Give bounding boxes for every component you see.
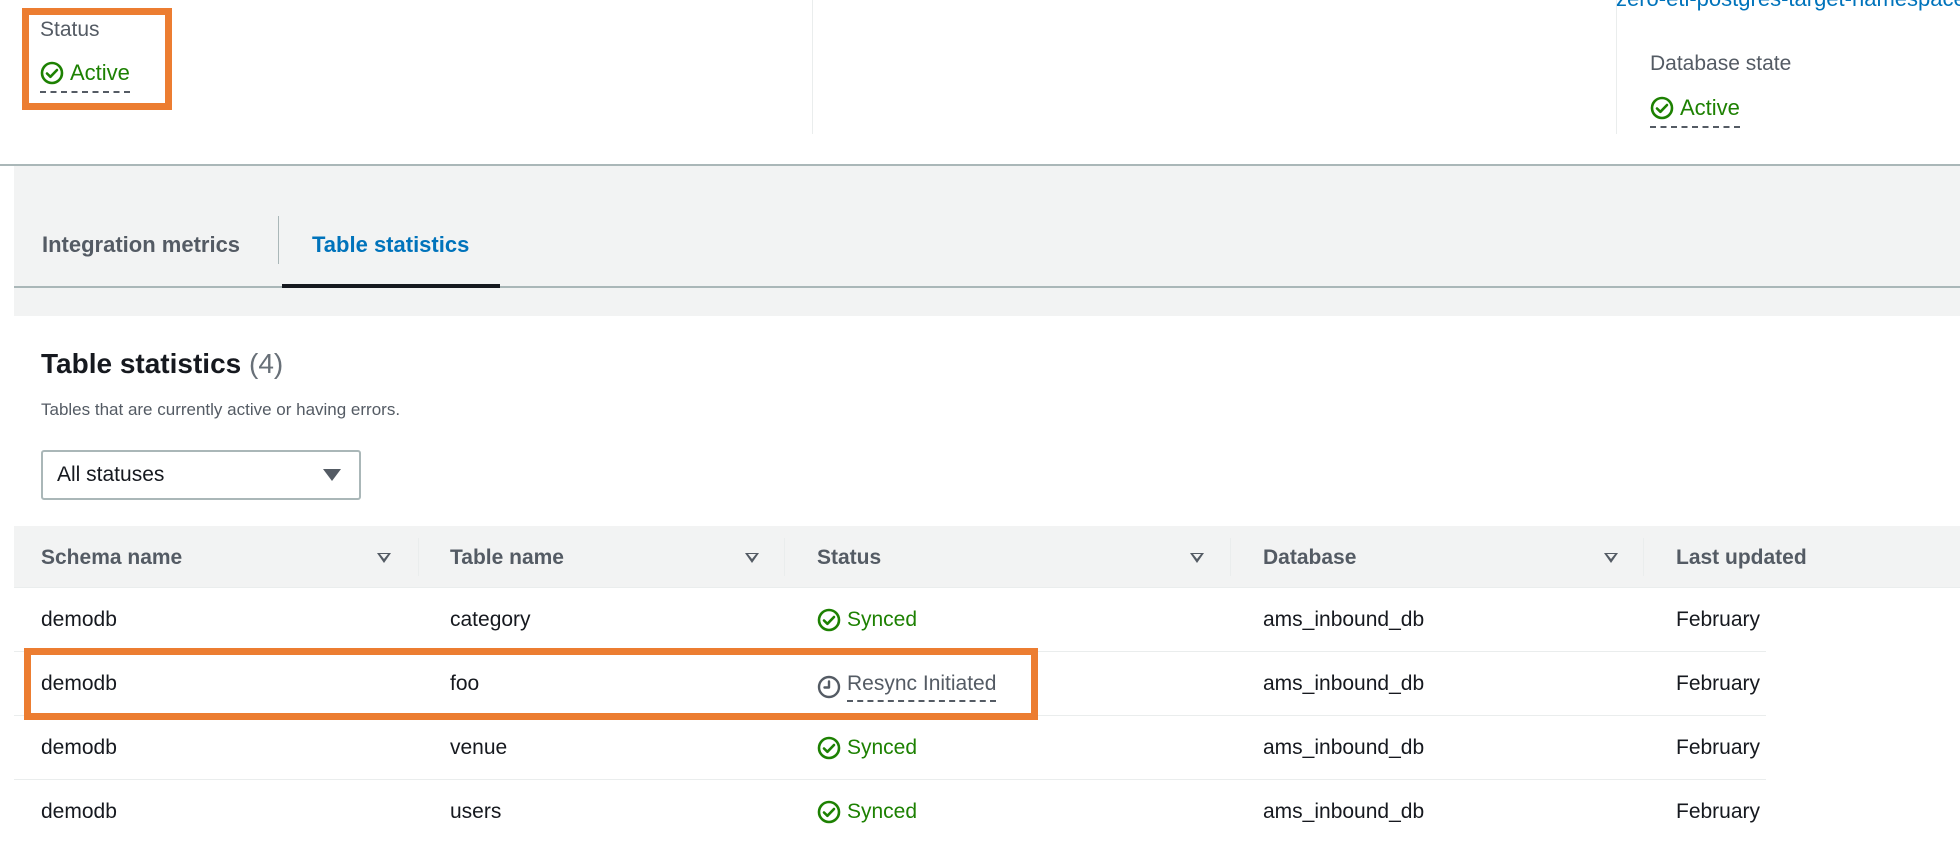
- status-text[interactable]: Resync Initiated: [847, 672, 997, 702]
- target-name-link[interactable]: zero-etl-postgres-target-namespace: [1616, 0, 1960, 12]
- table-row: demodb venue Synced ams_inbound_db Febru…: [14, 716, 1766, 780]
- caret-down-icon: [323, 469, 341, 481]
- cell-database: ams_inbound_db: [1263, 800, 1425, 823]
- clock-icon: [817, 675, 841, 699]
- cell-schema: demodb: [41, 800, 117, 823]
- sort-icon[interactable]: [745, 553, 759, 563]
- status-text: Synced: [847, 736, 918, 759]
- panel-title-text: Table statistics: [41, 348, 242, 379]
- cell-last-updated: February: [1676, 736, 1761, 759]
- status-success-icon: [817, 608, 841, 632]
- tabs-container: Integration metrics Table statistics: [14, 166, 1960, 316]
- column-header-table[interactable]: Table name: [450, 546, 564, 570]
- status-success-icon: [40, 61, 64, 85]
- cell-last-updated: February: [1676, 672, 1761, 695]
- integration-summary: Status Active zero-etl-postgres-target-n…: [0, 0, 1960, 166]
- database-state-label: Database state: [1650, 52, 1792, 75]
- column-divider: [1616, 0, 1617, 134]
- status-value[interactable]: Active: [40, 60, 130, 93]
- status-text: Synced: [847, 608, 918, 631]
- table-count: (4): [249, 348, 284, 379]
- cell-status: Synced: [817, 736, 917, 760]
- status-filter-value: All statuses: [57, 463, 165, 486]
- table-statistics-panel: Table statistics (4) Tables that are cur…: [14, 316, 1960, 848]
- column-divider[interactable]: [1230, 538, 1231, 576]
- panel-description: Tables that are currently active or havi…: [41, 400, 401, 419]
- cell-table: users: [450, 800, 502, 823]
- database-state-text: Active: [1680, 95, 1740, 120]
- sort-icon[interactable]: [377, 553, 391, 563]
- tab-table-statistics[interactable]: Table statistics: [312, 232, 469, 258]
- cell-database: ams_inbound_db: [1263, 736, 1425, 759]
- table-header: Schema name Table name Status Database L…: [14, 526, 1960, 588]
- status-success-icon: [1650, 96, 1674, 120]
- tab-strip: Integration metrics Table statistics: [14, 166, 1960, 288]
- cell-database: ams_inbound_db: [1263, 672, 1425, 695]
- column-divider[interactable]: [1643, 538, 1644, 576]
- column-divider: [812, 0, 813, 134]
- column-header-last-updated[interactable]: Last updated: [1676, 546, 1807, 570]
- table-row: demodb foo Resync Initiated ams_inbound_…: [14, 652, 1766, 716]
- table-row: demodb category Synced ams_inbound_db Fe…: [14, 588, 1766, 652]
- status-value-text: Active: [70, 60, 130, 85]
- panel-title: Table statistics (4): [41, 348, 283, 380]
- cell-schema: demodb: [41, 736, 117, 759]
- status-filter-select[interactable]: All statuses: [41, 450, 361, 500]
- cell-table: category: [450, 608, 531, 631]
- status-label: Status: [40, 18, 100, 41]
- cell-table: foo: [450, 672, 480, 695]
- database-state-value[interactable]: Active: [1650, 95, 1740, 128]
- status-text: Synced: [847, 800, 918, 823]
- cell-status: Synced: [817, 800, 917, 824]
- sort-icon[interactable]: [1604, 553, 1618, 563]
- column-header-schema[interactable]: Schema name: [41, 546, 182, 570]
- active-tab-indicator: [282, 284, 500, 288]
- cell-table: venue: [450, 736, 508, 759]
- cell-status: Resync Initiated: [817, 672, 997, 702]
- tab-integration-metrics[interactable]: Integration metrics: [42, 232, 240, 258]
- status-success-icon: [817, 800, 841, 824]
- column-divider[interactable]: [784, 538, 785, 576]
- table-row: demodb users Synced ams_inbound_db Febru…: [14, 780, 1766, 844]
- tab-divider: [278, 216, 279, 264]
- cell-database: ams_inbound_db: [1263, 608, 1425, 631]
- column-divider[interactable]: [418, 538, 419, 576]
- cell-last-updated: February: [1676, 800, 1761, 823]
- cell-schema: demodb: [41, 672, 117, 695]
- column-header-database[interactable]: Database: [1263, 546, 1356, 570]
- cell-last-updated: February: [1676, 608, 1761, 631]
- status-success-icon: [817, 736, 841, 760]
- cell-status: Synced: [817, 608, 917, 632]
- sort-icon[interactable]: [1190, 553, 1204, 563]
- column-header-status[interactable]: Status: [817, 546, 881, 570]
- cell-schema: demodb: [41, 608, 117, 631]
